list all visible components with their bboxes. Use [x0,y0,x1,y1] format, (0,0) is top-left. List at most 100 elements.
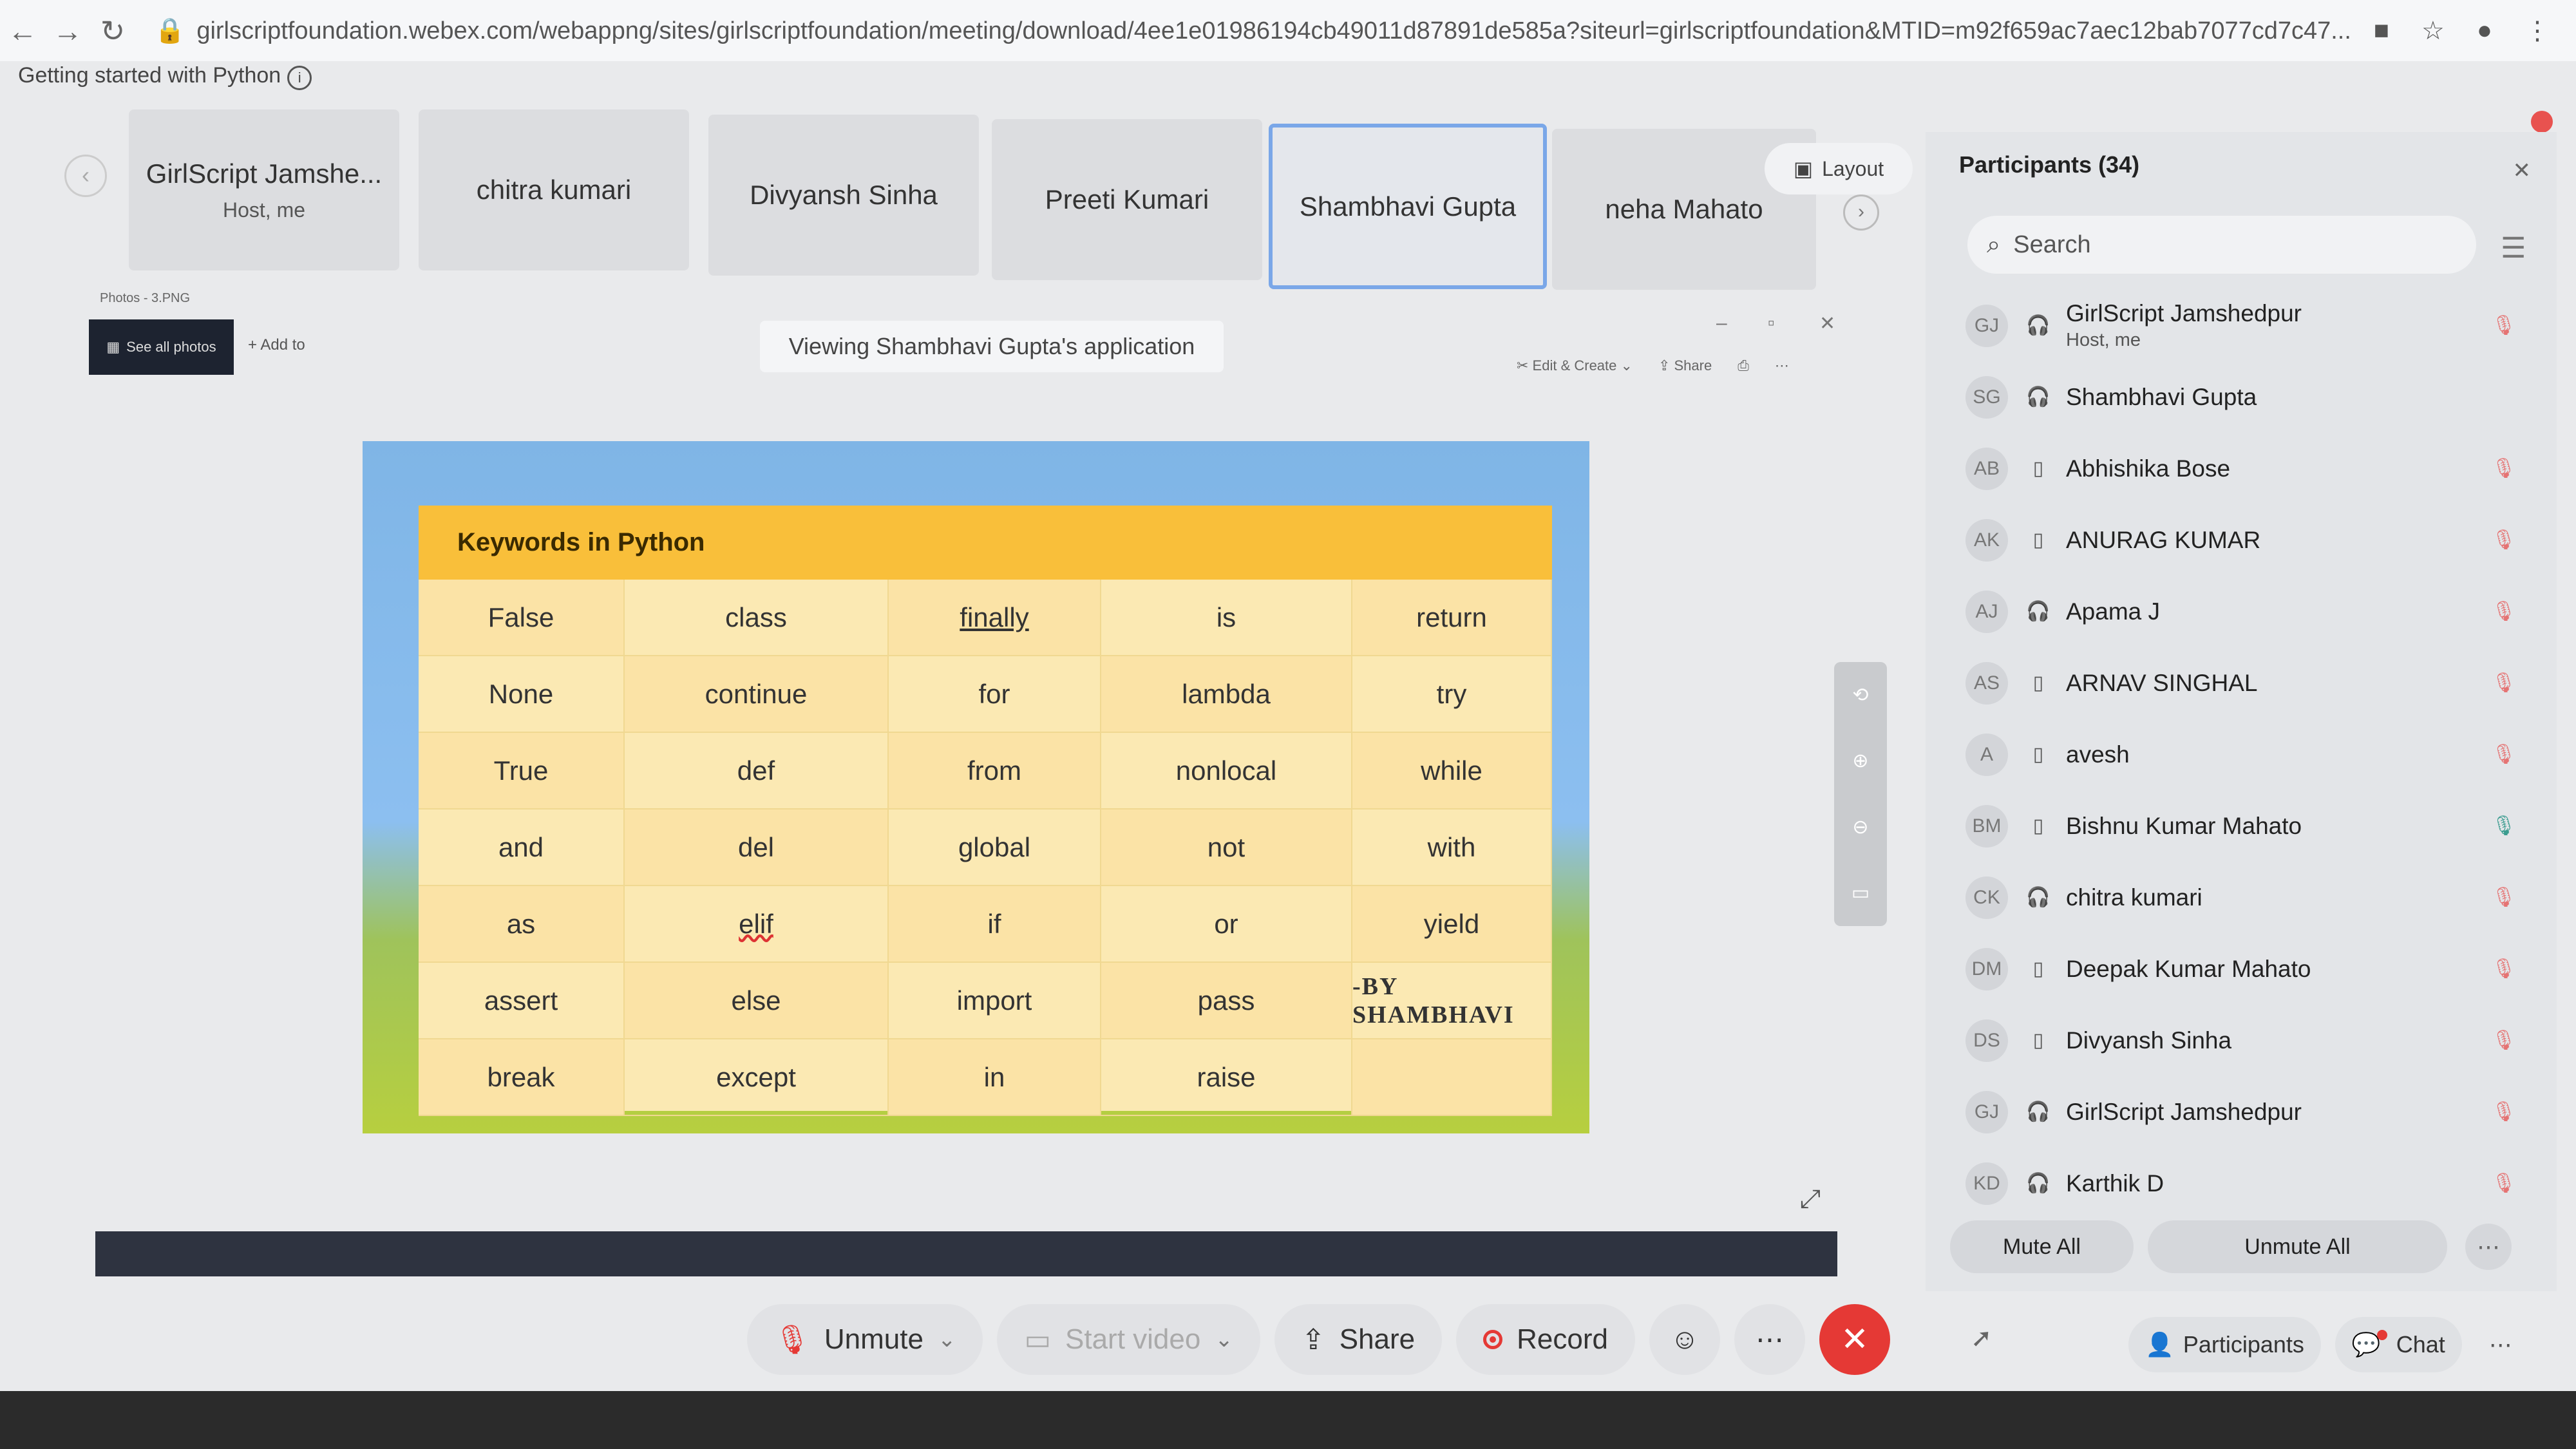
avatar: GJ [1965,1090,2008,1133]
mic-muted-icon[interactable]: 🎙 [2492,457,2516,480]
start-video-button[interactable]: ▭ Start video ⌄ [997,1304,1260,1375]
unmute-all-button[interactable]: Unmute All [2148,1220,2447,1273]
participant-list: GJ 🎧 GirlScript Jamshedpur Host, me 🎙 SG 🎧 Sha… [1965,290,2532,1219]
tile-name: GirlScript Jamshe... [146,158,383,189]
video-tile[interactable]: chitra kumari [419,109,689,270]
mic-muted-icon[interactable]: 🎙 [2492,672,2516,694]
participants-toggle-button[interactable]: 👤 Participants [2128,1316,2321,1372]
more-icon[interactable]: ⋯ [2489,1331,2512,1358]
participant-name: GirlScript Jamshedpur [2066,1098,2302,1125]
mic-muted-icon[interactable]: 🎙 [2492,743,2516,766]
mic-muted-icon[interactable]: 🎙 [2492,600,2516,623]
table-cell: break [419,1039,625,1116]
expand-icon[interactable]: ⤢ [1800,1185,1821,1214]
table-cell: except [625,1039,889,1116]
chevron-down-icon[interactable]: ⌄ [938,1327,956,1352]
viewing-banner: Viewing Shambhavi Gupta's application [760,321,1224,372]
chevron-down-icon[interactable]: ⌄ [1215,1327,1233,1352]
more-icon[interactable]: ⋯ [1775,357,1789,374]
mic-on-icon[interactable]: 🎙 [2492,815,2516,837]
video-tile[interactable]: GirlScript Jamshe... Host, me [129,109,399,270]
headset-icon: 🎧 [2026,1173,2050,1194]
mic-muted-icon[interactable]: 🎙 [2492,1029,2516,1052]
phone-icon: ▯ [2032,1030,2044,1051]
fit-icon[interactable]: ▭ [1852,882,1870,904]
avatar: KD [1965,1162,2008,1205]
record-button[interactable]: Record [1456,1304,1635,1375]
back-icon[interactable]: ← [0,14,45,48]
headset-icon: 🎧 [2026,887,2050,908]
extension-icon[interactable]: ■ [2374,16,2389,46]
mic-muted-icon[interactable]: 🎙 [2492,529,2516,551]
mic-muted-icon[interactable]: 🎙 [2492,314,2516,337]
video-tile[interactable]: Divyansh Sinha [708,115,979,276]
mic-muted-icon[interactable]: 🎙 [2492,1172,2516,1195]
content-bottom-bar [95,1231,1837,1276]
reload-icon[interactable]: ↻ [90,14,135,48]
participant-row[interactable]: AK ▯ ANURAG KUMAR 🎙 [1965,504,2532,576]
participant-row[interactable]: BM ▯ Bishnu Kumar Mahato 🎙 [1965,790,2532,862]
add-to-button[interactable]: + Add to [248,336,305,354]
participant-search-input[interactable]: ⌕ Search [1967,216,2476,274]
bookmark-star-icon[interactable]: ☆ [2421,16,2445,46]
profile-avatar[interactable]: ● [2477,16,2492,46]
print-icon[interactable]: ⎙ [1738,357,1749,374]
table-cell: elif [625,886,889,963]
minimize-icon[interactable]: – [1716,312,1727,334]
edit-create-button[interactable]: ✂ Edit & Create ⌄ [1517,357,1633,374]
zoom-out-icon[interactable]: ⊖ [1852,816,1868,838]
address-bar[interactable]: 🔒 girlscriptfoundation.webex.com/webappng… [155,17,2374,45]
avatar: SG [1965,375,2008,419]
participant-row[interactable]: A ▯ avesh 🎙 [1965,719,2532,790]
mic-muted-icon[interactable]: 🎙 [2492,958,2516,980]
close-icon[interactable]: ✕ [1819,312,1835,335]
unmute-button[interactable]: 🎙 Unmute ⌄ [747,1304,983,1375]
zoom-in-icon[interactable]: ⊕ [1852,750,1868,772]
rotate-icon[interactable]: ⟲ [1852,684,1868,706]
mute-all-button[interactable]: Mute All [1950,1220,2134,1273]
tile-name: Shambhavi Gupta [1299,191,1517,222]
person-icon: 👤 [2145,1331,2174,1358]
participant-row[interactable]: AB ▯ Abhishika Bose 🎙 [1965,433,2532,504]
participant-row[interactable]: GJ 🎧 GirlScript Jamshedpur Host, me 🎙 [1965,290,2532,361]
participant-row[interactable]: AJ 🎧 Apama J 🎙 [1965,576,2532,647]
participant-row[interactable]: DS ▯ Divyansh Sinha 🎙 [1965,1005,2532,1076]
layout-button[interactable]: ▣ Layout [1765,143,1913,194]
menu-kebab-icon[interactable]: ⋮ [2524,16,2550,46]
restore-icon[interactable]: ▫ [1768,312,1775,334]
close-icon[interactable]: ✕ [2513,158,2532,184]
participant-row[interactable]: GJ 🎧 GirlScript Jamshedpur 🎙 [1965,1076,2532,1148]
more-options-button[interactable]: ⋯ [1734,1304,1805,1375]
reactions-button[interactable]: ☺ [1649,1304,1720,1375]
participant-row[interactable]: KD 🎧 Karthik D 🎙 [1965,1148,2532,1219]
info-icon[interactable]: i [287,66,312,90]
photo-share-button[interactable]: ⇪ Share [1658,357,1712,374]
unread-dot [2376,1329,2387,1340]
leave-meeting-button[interactable]: ✕ [1819,1304,1890,1375]
author-signature: -BY SHAMBHAVI [1352,963,1552,1039]
participant-row[interactable]: SG 🎧 Shambhavi Gupta [1965,361,2532,433]
mic-muted-icon[interactable]: 🎙 [2492,1101,2516,1123]
search-icon: ⌕ [1987,231,2001,258]
avatar: AB [1965,447,2008,490]
tiles-prev-arrow[interactable]: ‹ [64,155,107,197]
panel-more-button[interactable]: ⋯ [2465,1224,2512,1270]
table-cell: del [625,810,889,886]
table-cell: in [889,1039,1101,1116]
video-tile[interactable]: Preeti Kumari [992,119,1262,280]
table-cell: else [625,963,889,1039]
share-button[interactable]: ⇪ Share [1274,1304,1443,1375]
tiles-next-arrow[interactable]: › [1843,194,1879,231]
participant-row[interactable]: CK 🎧 chitra kumari 🎙 [1965,862,2532,933]
smiley-icon: ☺ [1670,1323,1700,1355]
participant-row[interactable]: AS ▯ ARNAV SINGHAL 🎙 [1965,647,2532,719]
forward-icon[interactable]: → [45,14,90,48]
see-all-photos-button[interactable]: ▦ See all photos [89,319,234,375]
chat-toggle-button[interactable]: 💬 Chat [2334,1316,2462,1372]
mic-muted-icon[interactable]: 🎙 [2492,886,2516,909]
table-cell: try [1352,656,1552,733]
participant-row[interactable]: DM ▯ Deepak Kumar Mahato 🎙 [1965,933,2532,1005]
video-tile-active[interactable]: Shambhavi Gupta [1269,124,1547,289]
table-cell: global [889,810,1101,886]
sort-list-icon[interactable]: ☰ [2501,232,2526,265]
